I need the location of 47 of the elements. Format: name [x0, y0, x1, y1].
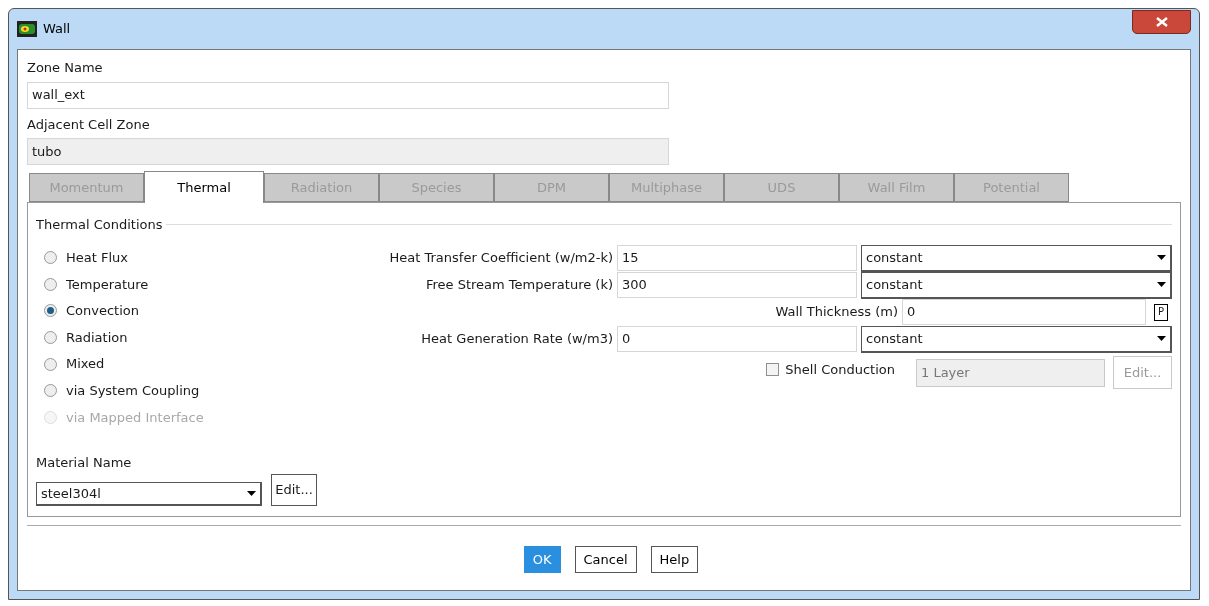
field-label: Adjacent Cell Zone	[27, 115, 151, 134]
tab[interactable]: Thermal	[144, 171, 264, 203]
field-label: Heat Transfer Coefficient (w/m2-k)	[389, 249, 613, 268]
caret-icon	[1157, 255, 1166, 260]
input-field: 1 Layer	[916, 358, 1105, 387]
radio-label: Mixed	[66, 355, 105, 374]
radio-button[interactable]	[44, 251, 57, 265]
radio-label: Temperature	[66, 275, 149, 294]
close-icon	[1155, 17, 1168, 27]
checkbox-label: Shell Conduction	[785, 360, 895, 379]
close-button[interactable]	[1132, 10, 1191, 34]
input-field[interactable]: 300	[617, 272, 857, 298]
field-label: Material Name	[36, 453, 133, 472]
field-label: Heat Generation Rate (w/m3)	[421, 330, 613, 349]
field-label: Wall Thickness (m)	[775, 303, 898, 322]
method-dropdown[interactable]: constant	[861, 271, 1172, 299]
method-dropdown[interactable]: constant	[861, 325, 1172, 353]
dialog-button[interactable]: Cancel	[574, 546, 637, 573]
input-field[interactable]: 0	[617, 326, 857, 352]
group-title: Thermal Conditions	[36, 216, 163, 234]
radio-label: via Mapped Interface	[66, 408, 204, 427]
checkbox[interactable]	[766, 363, 780, 376]
radio-button[interactable]	[44, 277, 57, 291]
window-title: Wall	[43, 20, 71, 39]
zone-name-field[interactable]: wall_ext	[27, 81, 669, 109]
radio-button[interactable]	[44, 304, 57, 318]
caret-icon	[1157, 282, 1166, 287]
caret-icon	[1157, 336, 1166, 341]
input-field[interactable]: 15	[617, 245, 857, 271]
radio-label: Heat Flux	[66, 249, 128, 268]
dialog-button[interactable]: Help	[650, 546, 699, 573]
material-dropdown[interactable]: steel304l	[36, 482, 262, 507]
radio-button[interactable]	[44, 384, 57, 398]
parameter-button[interactable]: P	[1154, 303, 1168, 321]
radio-label: via System Coupling	[66, 382, 200, 400]
field-label: Zone Name	[27, 59, 104, 77]
radio-label: Convection	[66, 302, 139, 321]
input-field[interactable]: 0	[902, 299, 1146, 325]
method-dropdown[interactable]: constant	[861, 244, 1172, 272]
cell-zone-field: tubo	[27, 138, 669, 165]
edit-button[interactable]: Edit...	[271, 474, 317, 507]
radio-button[interactable]	[44, 357, 57, 371]
radio-button[interactable]	[44, 331, 57, 345]
app-icon	[17, 21, 37, 37]
caret-icon	[247, 491, 256, 497]
field-label: Free Stream Temperature (k)	[425, 276, 613, 295]
radio-label: Radiation	[66, 328, 128, 347]
